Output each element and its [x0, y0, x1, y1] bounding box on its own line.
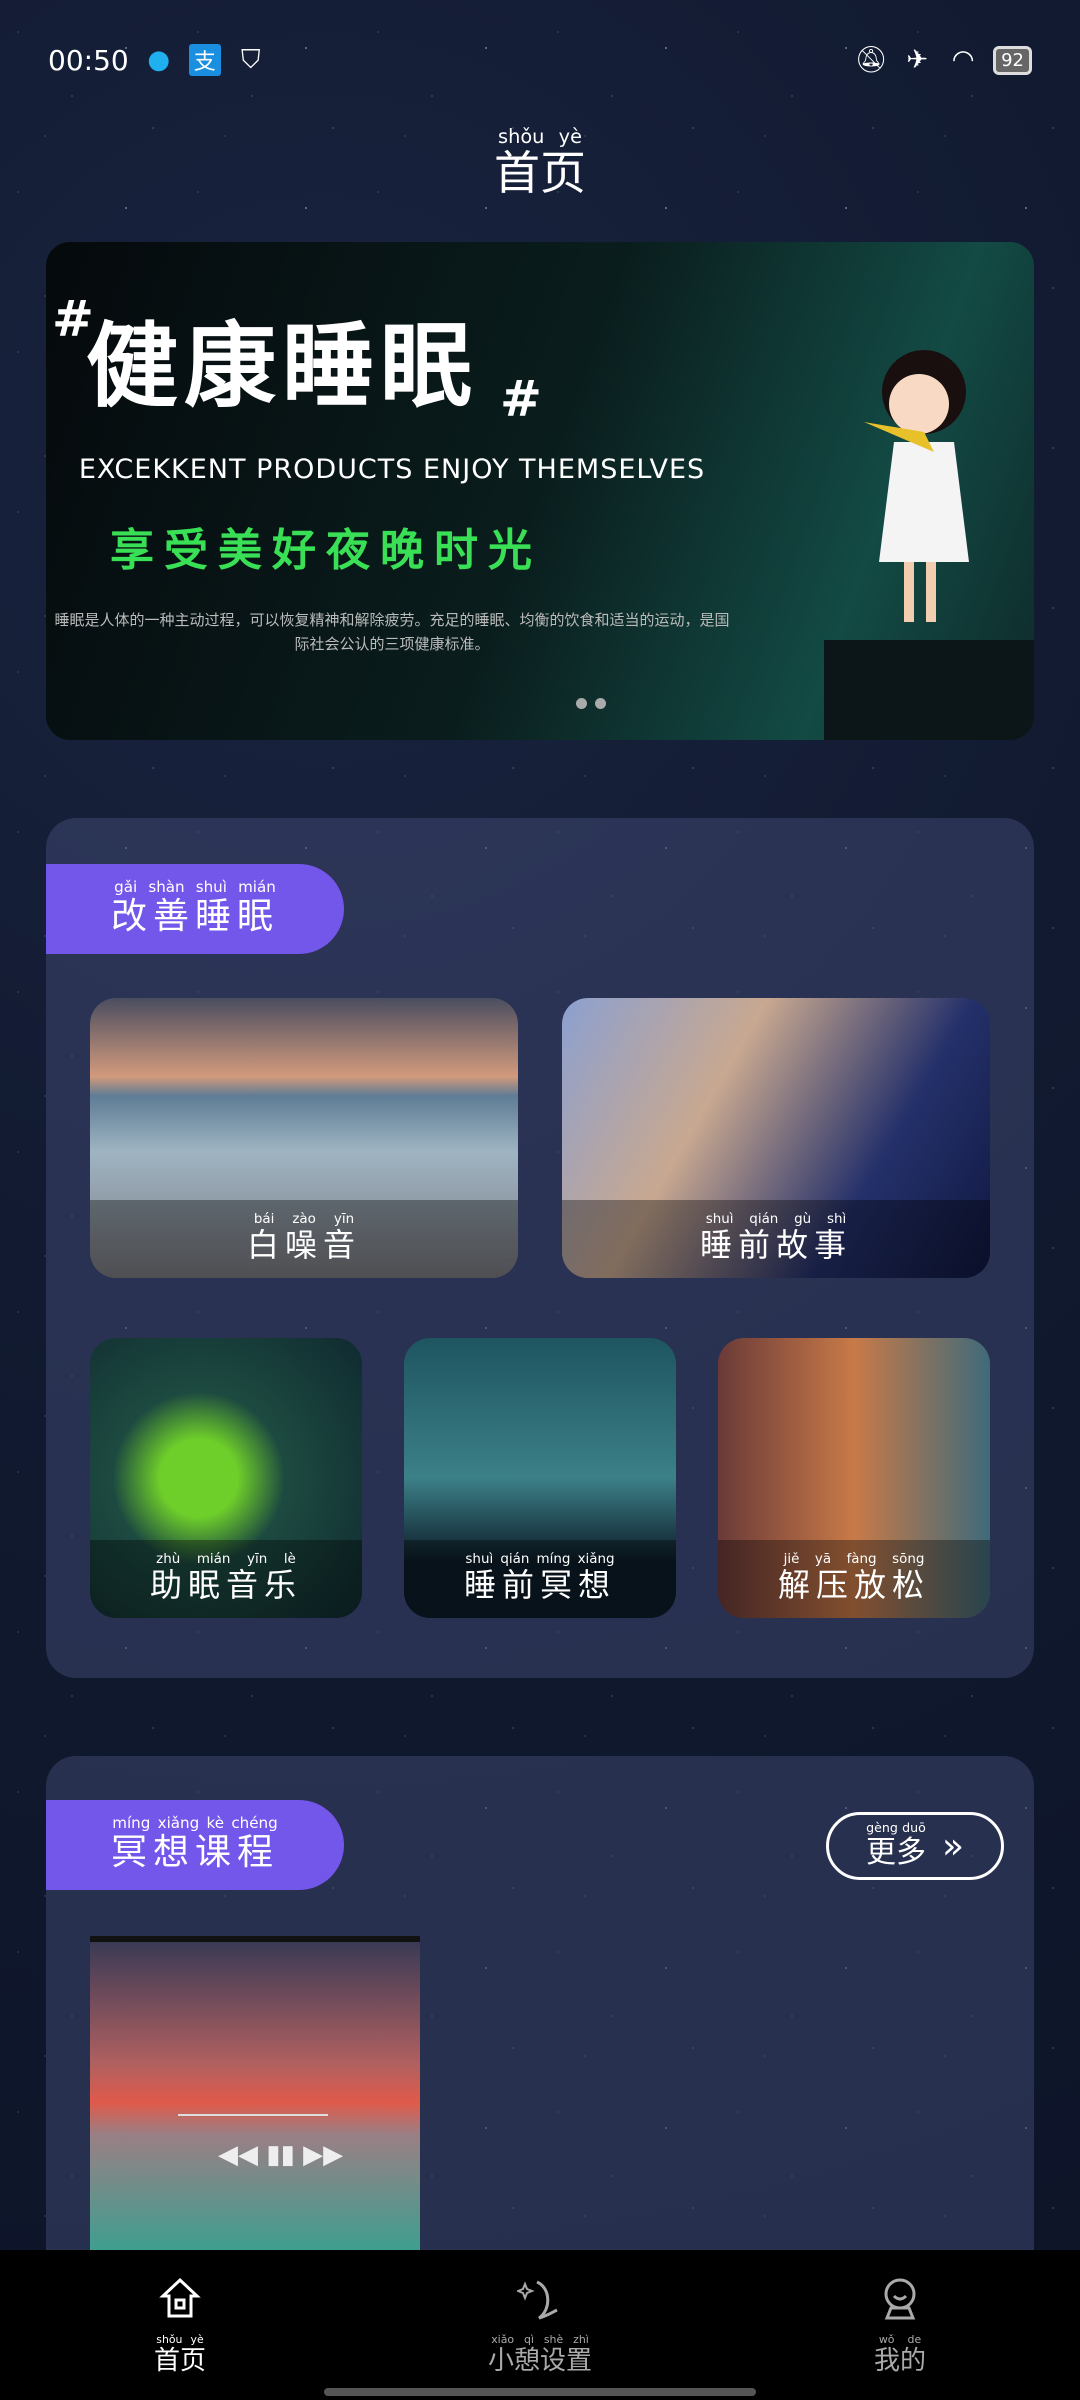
- nav-home[interactable]: 首页shǒu yè: [0, 2250, 360, 2400]
- hash-mark: #: [500, 370, 542, 428]
- card-bedtime-meditation[interactable]: 睡前冥想shuì qián míng xiǎng: [404, 1338, 676, 1618]
- qq-icon: ●: [147, 45, 171, 75]
- banner-carousel[interactable]: # 健康睡眠 # EXCEKKENT PRODUCTS ENJOY THEMSE…: [46, 242, 1034, 740]
- nav-nap-settings[interactable]: 小憩设置xiǎo qì shè zhì: [360, 2250, 720, 2400]
- improve-sleep-label: 改善睡眠gǎi shàn shuì mián: [46, 864, 344, 954]
- banner-description: 睡眠是人体的一种主动过程，可以恢复精神和解除疲劳。充足的睡眠、均衡的饮食和适当的…: [54, 611, 730, 653]
- play-controls-icon: ◀◀ ▮▮ ▶▶: [218, 2140, 344, 2170]
- home-gesture-bar[interactable]: [324, 2388, 756, 2396]
- status-bar: 00:50 ● 支 ⛉ 🔕︎ ✈ ◠ 92: [48, 38, 1032, 82]
- nav-profile[interactable]: 我的wǒ de: [720, 2250, 1080, 2400]
- wifi-icon: ◠: [951, 45, 975, 75]
- status-time: 00:50: [48, 43, 129, 77]
- card-stress-relief[interactable]: 解压放松jiě yā fàng sōng: [718, 1338, 990, 1618]
- card-bedtime-story[interactable]: 睡前故事shuì qián gù shì: [562, 998, 990, 1278]
- carousel-indicator[interactable]: [576, 698, 606, 709]
- profile-icon: [884, 2278, 916, 2320]
- card-sleep-music[interactable]: 助眠音乐zhù mián yīn lè: [90, 1338, 362, 1618]
- banner-subtitle-en: EXCEKKENT PRODUCTS ENJOY THEMSELVES: [78, 454, 706, 485]
- moon-icon: [517, 2280, 558, 2320]
- shield-icon: ⛉: [240, 44, 261, 75]
- page-title: 首页shǒu yè: [494, 125, 586, 200]
- home-icon: [159, 2277, 201, 2318]
- banner-headline: 健康睡眠: [86, 313, 479, 420]
- alipay-icon: 支: [188, 44, 221, 76]
- double-chevron-right-icon: »: [941, 1825, 965, 1867]
- bell-off-icon: 🔕︎: [854, 45, 888, 75]
- girl-violin-illustration: [864, 350, 969, 622]
- battery-icon: 92: [993, 45, 1032, 75]
- meditation-label: 冥想课程míng xiǎng kè chéng: [46, 1800, 344, 1890]
- banner-subtitle-cn: 享受美好夜晚时光: [110, 525, 542, 576]
- progress-bar: [178, 2114, 328, 2116]
- more-button[interactable]: 更多gèng duō »: [826, 1812, 1004, 1880]
- bottom-navigation: 首页shǒu yè 小憩设置xiǎo qì shè zhì 我的wǒ de: [0, 2250, 1080, 2400]
- airplane-icon: ✈: [906, 45, 928, 75]
- pedestal: [824, 640, 1034, 740]
- meditation-course-thumbnail[interactable]: ◀◀ ▮▮ ▶▶: [90, 1936, 420, 2256]
- card-white-noise[interactable]: 白噪音bái zào yīn: [90, 998, 518, 1278]
